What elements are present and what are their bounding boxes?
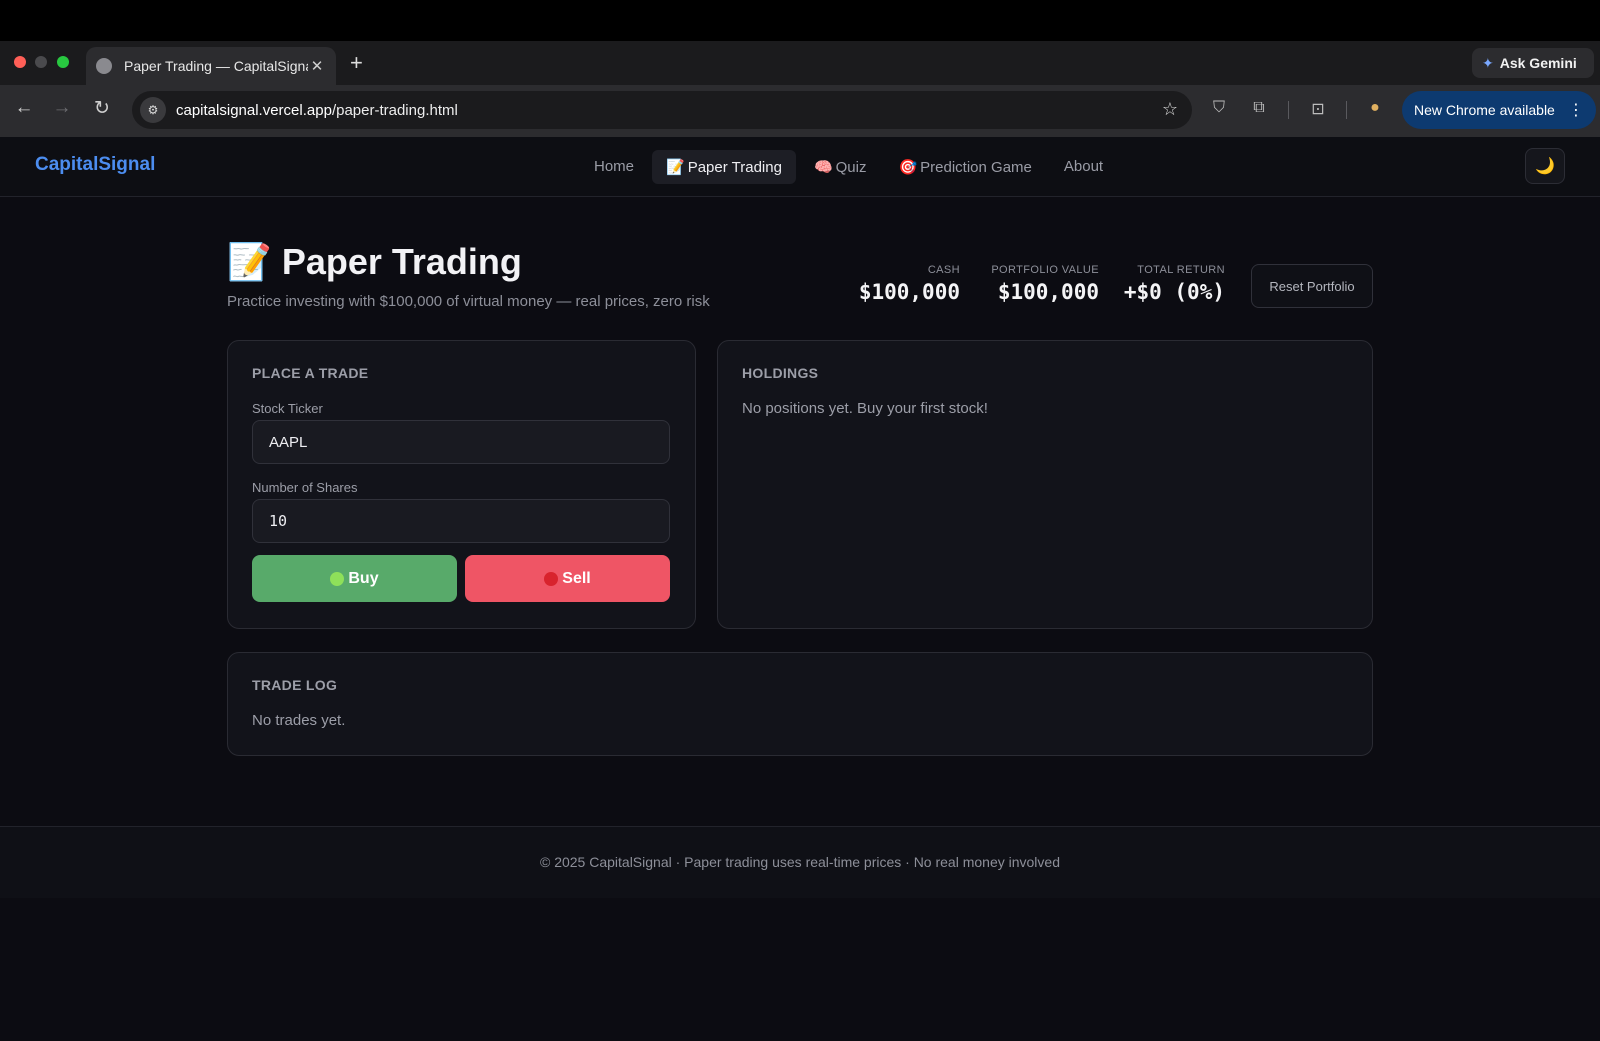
nav-link-label: Paper Trading <box>687 159 782 176</box>
site-settings-icon[interactable]: ⚙ <box>140 97 166 123</box>
ask-gemini-button[interactable]: ✦ Ask Gemini <box>1472 48 1594 78</box>
url-host: capitalsignal.vercel.app <box>176 101 332 119</box>
footer-text: © 2025 CapitalSignal · Paper trading use… <box>539 854 1060 870</box>
holdings-title: HOLDINGS <box>742 365 819 381</box>
nav-link-label: Quiz <box>835 159 867 176</box>
holdings-card: HOLDINGS No positions yet. Buy your firs… <box>717 340 1373 629</box>
brand-logo[interactable]: CapitalSignal <box>35 154 155 176</box>
memo-icon: 📝 <box>227 241 272 282</box>
new-chrome-label: New Chrome available <box>1414 102 1555 118</box>
sell-label: Sell <box>562 569 591 587</box>
nav-links: Home 📝 Paper Trading 🧠 Quiz 🎯 Prediction Game A… <box>580 150 1117 184</box>
stat-cash-label: CASH <box>927 264 960 276</box>
trade-log-title: TRADE LOG <box>252 677 338 693</box>
stat-return-value: +$0 (0%) <box>1123 280 1225 304</box>
new-chrome-available-button[interactable]: New Chrome available ⋮ <box>1402 91 1596 129</box>
trade-log-card: TRADE LOG No trades yet. <box>227 652 1373 756</box>
nav-link-label: Home <box>594 158 635 175</box>
nav-link-quiz[interactable]: 🧠 Quiz <box>800 150 881 184</box>
url-text[interactable]: capitalsignal.vercel.app/paper-trading.h… <box>176 102 458 119</box>
nav-link-icon: 🧠 <box>813 159 833 176</box>
forward-arrow-icon[interactable]: → <box>50 97 74 119</box>
profile-avatar-icon[interactable]: ● <box>1364 99 1386 117</box>
red-circle-icon <box>544 571 559 586</box>
kebab-menu-icon[interactable]: ⋮ <box>1568 100 1584 120</box>
ask-gemini-label: Ask Gemini <box>1499 55 1577 71</box>
url-path: /paper-trading.html <box>331 101 458 119</box>
place-trade-card: PLACE A TRADE Stock Ticker AAPL Number o… <box>227 340 696 629</box>
nav-link-prediction-game[interactable]: 🎯 Prediction Game <box>884 150 1045 184</box>
green-circle-icon <box>330 571 345 586</box>
shares-label: Number of Shares <box>252 480 358 495</box>
shares-input[interactable]: 10 <box>252 499 670 543</box>
nav-link-paper-trading[interactable]: 📝 Paper Trading <box>652 150 796 184</box>
ticker-input[interactable]: AAPL <box>252 420 670 464</box>
nav-link-home[interactable]: Home <box>580 150 648 184</box>
sparkle-icon: ✦ <box>1482 54 1494 71</box>
browser-toolbar: ← → ↻ ⚙ capitalsignal.vercel.app/paper-t… <box>0 85 1600 137</box>
tab-title: Paper Trading — CapitalSignal <box>124 58 308 74</box>
extensions-puzzle-icon[interactable]: ⧉ <box>1248 99 1270 117</box>
buy-button[interactable]: Buy <box>252 555 457 602</box>
nav-link-label: Prediction Game <box>920 159 1032 176</box>
address-bar[interactable]: ⚙ capitalsignal.vercel.app/paper-trading… <box>132 91 1192 129</box>
stat-return-label: TOTAL RETURN <box>1137 264 1225 276</box>
tab-search-icon[interactable]: ⊡ <box>1307 99 1329 119</box>
page-title: 📝 Paper Trading <box>227 241 522 283</box>
page-title-text: Paper Trading <box>281 241 522 282</box>
back-arrow-icon[interactable]: ← <box>12 97 36 119</box>
shield-extension-icon[interactable]: ⛉ <box>1208 99 1230 117</box>
close-window-button[interactable] <box>14 56 26 68</box>
browser-tab[interactable]: Paper Trading — CapitalSignal ✕ <box>86 47 336 85</box>
toolbar-divider <box>1288 101 1289 119</box>
app-page: CapitalSignal Home 📝 Paper Trading 🧠 Quiz 🎯 Pr… <box>0 137 1600 1041</box>
place-trade-title: PLACE A TRADE <box>252 365 369 381</box>
stat-cash-value: $100,000 <box>858 280 960 304</box>
stat-total-return: TOTAL RETURN +$0 (0%) <box>1124 264 1225 304</box>
nav-link-about[interactable]: About <box>1050 150 1117 184</box>
nav-link-icon: 🎯 <box>898 159 918 176</box>
buy-label: Buy <box>348 569 379 587</box>
site-navbar: CapitalSignal Home 📝 Paper Trading 🧠 Quiz 🎯 Pr… <box>0 137 1600 197</box>
holdings-empty-text: No positions yet. Buy your first stock! <box>742 400 988 417</box>
stat-portfolio-label: PORTFOLIO VALUE <box>991 264 1099 276</box>
new-tab-button[interactable]: + <box>350 50 363 76</box>
toolbar-divider <box>1346 101 1347 119</box>
trade-log-empty-text: No trades yet. <box>252 712 346 729</box>
page-subtitle: Practice investing with $100,000 of virt… <box>227 293 710 310</box>
screen-top-bar <box>0 0 1600 41</box>
sell-button[interactable]: Sell <box>465 555 670 602</box>
stat-cash: CASH $100,000 <box>859 264 960 304</box>
site-footer: © 2025 CapitalSignal · Paper trading use… <box>0 826 1600 898</box>
nav-link-label: About <box>1063 158 1104 175</box>
browser-tab-strip: Paper Trading — CapitalSignal ✕ <box>0 41 1600 85</box>
theme-toggle-moon-icon[interactable]: 🌙 <box>1525 148 1565 184</box>
reset-portfolio-button[interactable]: Reset Portfolio <box>1251 264 1373 308</box>
stat-portfolio-value: PORTFOLIO VALUE $100,000 <box>991 264 1099 304</box>
bookmark-star-icon[interactable]: ☆ <box>1162 99 1178 120</box>
minimize-window-button[interactable] <box>35 56 47 68</box>
globe-icon <box>96 58 112 74</box>
reload-icon[interactable]: ↻ <box>90 97 114 120</box>
tab-close-icon[interactable]: ✕ <box>308 57 326 75</box>
maximize-window-button[interactable] <box>57 56 69 68</box>
ticker-label: Stock Ticker <box>252 401 323 416</box>
stat-portfolio-value-amount: $100,000 <box>997 280 1099 304</box>
nav-link-icon: 📝 <box>666 159 685 176</box>
